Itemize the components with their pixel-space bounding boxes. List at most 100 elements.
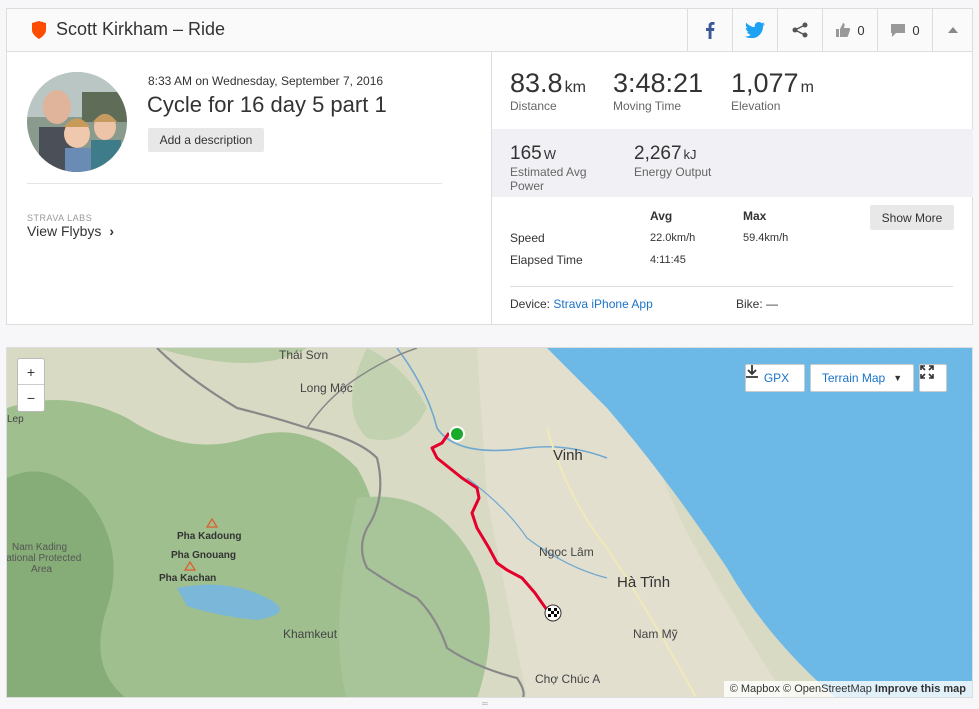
activity-summary: 8:33 AM on Wednesday, September 7, 2016 … bbox=[7, 52, 491, 324]
map-label: Nam Kading bbox=[12, 542, 68, 553]
strava-labs-label: STRAVA LABS bbox=[27, 213, 93, 223]
map-label: Chợ Chúc A bbox=[535, 672, 601, 686]
caret-down-icon: ▼ bbox=[893, 373, 903, 383]
moving-time-value: 3:48:21 bbox=[613, 68, 704, 98]
power-label-line1: Estimated Avg bbox=[510, 165, 587, 179]
start-marker-icon bbox=[449, 426, 465, 442]
comment-icon bbox=[891, 23, 906, 37]
speed-label: Speed bbox=[510, 231, 545, 245]
map-label: Nam Mỹ bbox=[633, 627, 678, 641]
view-flybys-link[interactable]: View Flybys › bbox=[27, 223, 114, 239]
facebook-share-button[interactable] bbox=[687, 9, 732, 51]
zoom-in-button[interactable]: + bbox=[18, 359, 44, 385]
activity-card: Scott Kirkham – Ride 0 0 8:33 AM on Wedn… bbox=[6, 8, 973, 325]
avatar[interactable] bbox=[27, 72, 127, 172]
download-gpx-button[interactable]: GPX bbox=[745, 364, 805, 392]
power-label-line2: Power bbox=[510, 179, 545, 193]
map-label: Area bbox=[31, 564, 53, 575]
map-label: Pha Kachan bbox=[159, 573, 217, 584]
map-type-label: Terrain Map bbox=[821, 371, 886, 385]
speed-avg: 22.0km/h bbox=[650, 232, 696, 244]
distance-unit: km bbox=[564, 79, 586, 96]
bike-label: Bike: bbox=[736, 297, 763, 311]
page-title: Scott Kirkham – Ride bbox=[56, 19, 226, 39]
map-label: Pha Gnouang bbox=[171, 550, 236, 561]
map-label: Hà Tĩnh bbox=[617, 574, 671, 591]
map-label: Lep bbox=[7, 414, 24, 425]
kudos-count: 0 bbox=[857, 22, 865, 38]
map-label: Pha Kadoung bbox=[177, 531, 242, 542]
device-link[interactable]: Strava iPhone App bbox=[553, 297, 652, 311]
activity-date: 8:33 AM on Wednesday, September 7, 2016 bbox=[148, 74, 384, 88]
bike-row: Bike: — bbox=[736, 297, 778, 311]
bike-value: — bbox=[766, 297, 779, 311]
fullscreen-button[interactable] bbox=[919, 364, 947, 392]
divider bbox=[27, 183, 442, 184]
map-attribution: © Mapbox © OpenStreetMap Improve this ma… bbox=[723, 681, 972, 697]
thumbs-up-icon bbox=[836, 23, 851, 37]
map-label: Thái Sơn bbox=[279, 348, 329, 362]
twitter-icon bbox=[745, 22, 765, 38]
fullscreen-icon bbox=[920, 365, 934, 379]
caret-up-icon bbox=[947, 27, 958, 33]
elevation-unit: m bbox=[800, 79, 814, 96]
map-label: Ngọc Lâm bbox=[539, 545, 594, 559]
improve-map-link[interactable]: Improve this map bbox=[875, 683, 966, 695]
energy-value: 2,267 bbox=[634, 143, 682, 164]
share-icon bbox=[792, 22, 808, 38]
elevation-value: 1,077 bbox=[731, 68, 799, 98]
elapsed-time-value: 4:11:45 bbox=[650, 254, 686, 266]
speed-max: 59.4km/h bbox=[743, 232, 789, 244]
energy-unit: kJ bbox=[683, 147, 697, 162]
map-terrain bbox=[7, 348, 972, 697]
finish-marker-icon bbox=[544, 604, 562, 622]
download-icon bbox=[746, 365, 758, 378]
comments-count: 0 bbox=[912, 22, 920, 38]
elevation-label: Elevation bbox=[731, 99, 781, 113]
facebook-icon bbox=[706, 22, 715, 39]
stat-moving-time: 3:48:21 Moving Time bbox=[613, 68, 703, 113]
stats-panel: 83.8 km Distance 3:48:21 Moving Time 1,07… bbox=[491, 52, 973, 324]
stat-power: 165 W Estimated Avg Power bbox=[510, 143, 587, 193]
col-max-header: Max bbox=[743, 209, 767, 223]
activity-title: Cycle for 16 day 5 part 1 bbox=[147, 92, 387, 117]
map-label: National Protected bbox=[6, 553, 82, 564]
gpx-label: GPX bbox=[763, 371, 790, 385]
divider bbox=[510, 286, 953, 287]
map-label: Vinh bbox=[553, 447, 583, 464]
map-label: Long Mộc bbox=[300, 381, 353, 395]
show-more-button[interactable]: Show More bbox=[870, 205, 954, 230]
add-description-button[interactable]: Add a description bbox=[148, 128, 264, 152]
secondary-stats: 165 W Estimated Avg Power 2,267 kJ Energy … bbox=[492, 129, 973, 197]
distance-value: 83.8 bbox=[510, 68, 563, 98]
collapse-button[interactable] bbox=[932, 9, 972, 51]
col-avg-header: Avg bbox=[650, 209, 673, 223]
moving-time-label: Moving Time bbox=[613, 99, 682, 113]
distance-label: Distance bbox=[510, 99, 557, 113]
comments-button[interactable]: 0 bbox=[877, 9, 932, 51]
map-label: Khamkeut bbox=[283, 627, 338, 641]
energy-label: Energy Output bbox=[634, 165, 712, 179]
zoom-control: + − bbox=[17, 358, 45, 412]
power-unit: W bbox=[543, 147, 556, 162]
twitter-share-button[interactable] bbox=[732, 9, 777, 51]
stat-elevation: 1,077 m Elevation bbox=[731, 68, 814, 113]
avatar-photo bbox=[27, 72, 127, 172]
device-label: Device: bbox=[510, 297, 551, 311]
attribution-text: © Mapbox © OpenStreetMap bbox=[729, 683, 872, 695]
view-flybys-label: View Flybys bbox=[27, 223, 102, 239]
map-type-dropdown[interactable]: Terrain Map ▼ bbox=[810, 364, 914, 392]
strava-shield-icon bbox=[32, 21, 46, 39]
elapsed-time-label: Elapsed Time bbox=[510, 253, 583, 267]
zoom-out-button[interactable]: − bbox=[18, 385, 44, 411]
stat-distance: 83.8 km Distance bbox=[510, 68, 586, 113]
activity-header: Scott Kirkham – Ride 0 0 bbox=[7, 9, 972, 52]
kudos-button[interactable]: 0 bbox=[822, 9, 877, 51]
resize-handle-icon[interactable]: ═ bbox=[482, 699, 488, 708]
power-value: 165 bbox=[510, 143, 542, 164]
share-button[interactable] bbox=[777, 9, 822, 51]
stat-energy: 2,267 kJ Energy Output bbox=[634, 143, 711, 179]
device-row: Device: Strava iPhone App bbox=[510, 297, 653, 311]
chevron-right-icon: › bbox=[109, 223, 114, 239]
route-map[interactable]: Thái Sơn Long Mộc Lep Vinh Pha Kadoung P… bbox=[6, 347, 973, 698]
